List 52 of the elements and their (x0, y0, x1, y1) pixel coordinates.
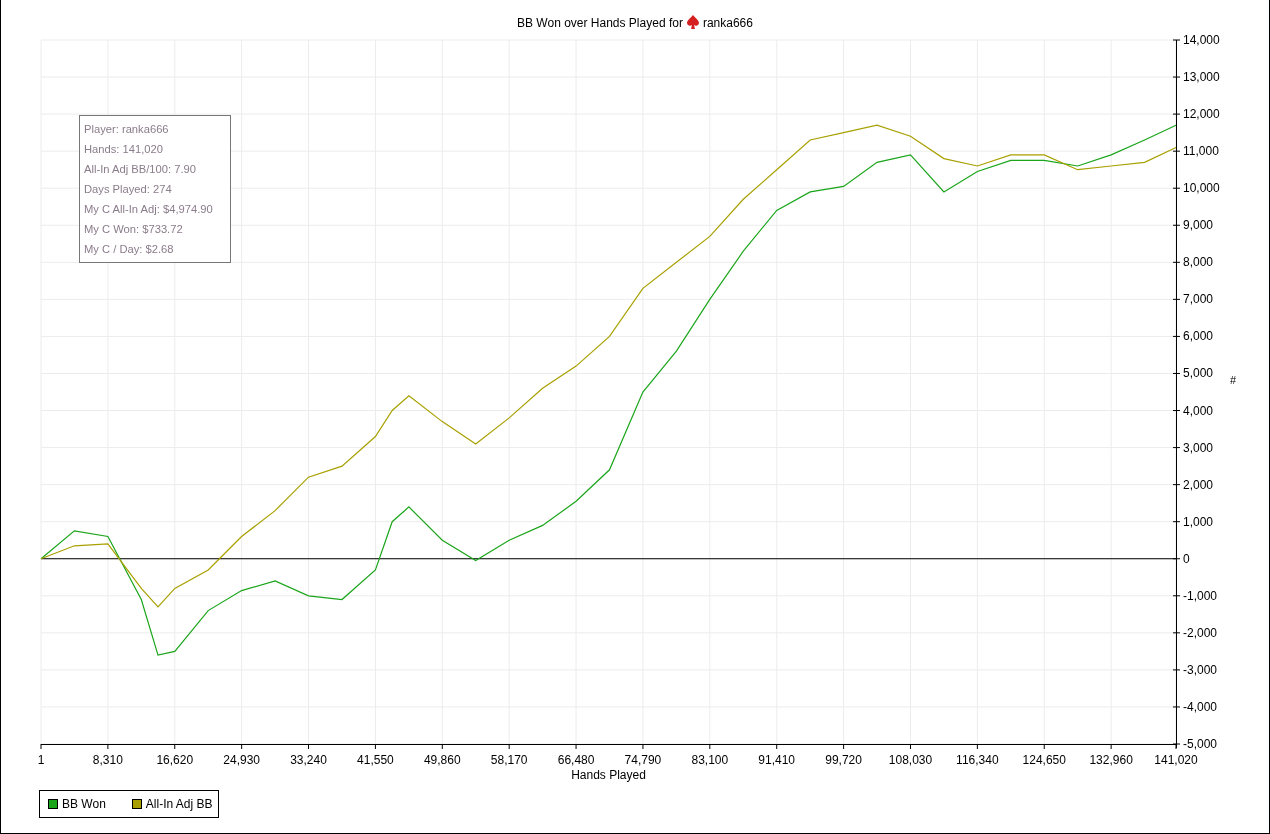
x-tick-label: 108,030 (888, 753, 933, 767)
y-tick-label: -5,000 (1183, 737, 1218, 751)
y-tick-label: 1,000 (1183, 514, 1214, 529)
x-tick-label: 33,240 (290, 753, 327, 767)
x-tick-label: 132,960 (1089, 753, 1133, 767)
x-tick-label: 91,410 (758, 753, 796, 767)
x-tick-label: 141,020 (1154, 753, 1198, 767)
y-tick-label: -4,000 (1183, 699, 1218, 714)
x-tick-label: 24,930 (223, 753, 260, 767)
y-tick-label: 4,000 (1183, 403, 1214, 418)
stat-line: My C / Day: $2.68 (84, 242, 175, 257)
player-name: ranka666 (702, 16, 753, 30)
y-tick-label: 14,000 (1183, 33, 1220, 47)
y-tick-label: 3,000 (1183, 440, 1214, 455)
stat-line: My C Won: $733.72 (84, 222, 184, 237)
y-tick-label: 11,000 (1183, 144, 1219, 159)
stat-line: Hands: 141,020 (84, 142, 164, 157)
chart-title: BB Won over Hands Played for (517, 16, 683, 30)
y-tick-label: 6,000 (1183, 329, 1214, 344)
x-tick-label: 99,720 (825, 753, 862, 767)
y-tick-label: 10,000 (1183, 181, 1220, 196)
y-tick-label: 12,000 (1183, 107, 1220, 122)
y-tick-label: 9,000 (1183, 218, 1214, 233)
y-tick-label: 13,000 (1183, 70, 1220, 85)
x-axis-title: Hands Played (571, 768, 646, 782)
x-tick-label: 74,790 (624, 753, 662, 767)
x-tick-label: 124,650 (1022, 753, 1066, 767)
legend-label: BB Won (62, 797, 106, 811)
stat-line: All-In Adj BB/100: 7.90 (84, 162, 197, 177)
spade-icon (686, 15, 699, 29)
stat-line: My C All-In Adj: $4,974.90 (84, 202, 214, 217)
stat-line: Player: ranka666 (84, 122, 170, 137)
legend-label: All-In Adj BB (145, 797, 213, 811)
x-tick-label: 16,620 (156, 753, 194, 767)
y-tick-label: 2,000 (1183, 477, 1214, 492)
y-tick-label: 7,000 (1183, 292, 1214, 307)
x-tick-label: 8,310 (92, 753, 123, 767)
x-tick-label: 49,860 (423, 753, 461, 767)
y-axis-title: # (1229, 374, 1237, 386)
y-tick-label: 0 (1183, 551, 1190, 566)
y-tick-label: 5,000 (1183, 366, 1214, 381)
y-tick-label: -3,000 (1183, 662, 1218, 677)
y-tick-label: -1,000 (1183, 588, 1218, 603)
x-tick-label: 41,550 (357, 753, 394, 767)
x-tick-label: 83,100 (691, 753, 729, 767)
y-tick-label: 8,000 (1183, 255, 1214, 270)
x-tick-label: 1 (37, 753, 45, 767)
stat-line: Days Played: 274 (84, 182, 173, 197)
y-tick-label: -2,000 (1183, 625, 1218, 640)
x-tick-label: 116,340 (956, 753, 999, 767)
x-tick-label: 66,480 (557, 753, 595, 767)
x-tick-label: 58,170 (490, 753, 528, 767)
